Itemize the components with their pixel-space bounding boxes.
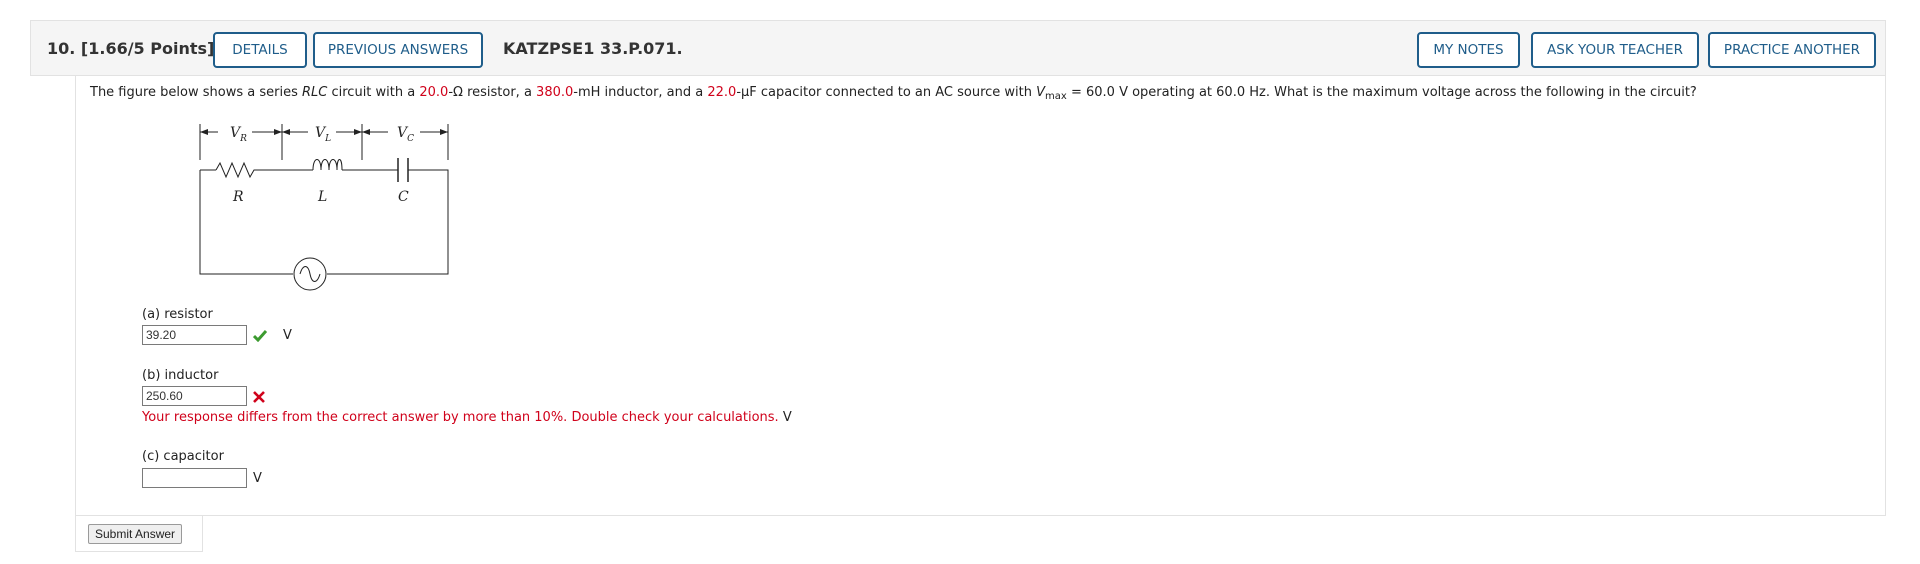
prompt-text: The figure below shows a series [90, 85, 302, 100]
prompt-rlc: RLC [302, 85, 328, 100]
my-notes-button[interactable]: MY NOTES [1417, 32, 1520, 68]
prompt-text: = 60.0 V operating at 60.0 Hz. What is t… [1066, 85, 1697, 100]
inductor-symbol [312, 159, 343, 171]
wire-left [199, 170, 293, 275]
vc-label: VC [397, 125, 414, 144]
capacitor-answer-input[interactable] [142, 468, 247, 488]
resistor-symbol [215, 161, 258, 179]
checkmark-icon [253, 330, 267, 342]
question-number-text: 10. [47, 39, 76, 58]
part-b-label: (b) inductor [142, 368, 219, 383]
part-c-label: (c) capacitor [142, 449, 224, 464]
details-button[interactable]: DETAILS [213, 32, 307, 68]
inductor-feedback: Your response differs from the correct a… [142, 410, 792, 425]
l-label: L [317, 189, 327, 205]
question-points: [1.66/5 Points] [80, 39, 215, 58]
arrowhead [440, 129, 448, 135]
resistor-answer-input[interactable] [142, 325, 247, 345]
vr-label: VR [230, 125, 247, 144]
arrowhead [362, 129, 370, 135]
prompt-text: -μF capacitor connected to an AC source … [736, 85, 1037, 100]
question-number: 10. [1.66/5 Points] [47, 21, 214, 77]
prompt-resistance-value: 20.0 [419, 85, 449, 100]
question-id: KATZPSE1 33.P.071. [503, 39, 683, 58]
r-label: R [232, 189, 244, 205]
arrowhead [282, 129, 290, 135]
prompt-vmax-subscript: max [1045, 91, 1067, 102]
vl-label: VL [315, 125, 331, 144]
prompt-capacitance-value: 22.0 [707, 85, 737, 100]
previous-answers-button[interactable]: PREVIOUS ANSWERS [313, 32, 483, 68]
question-header: 10. [1.66/5 Points] DETAILS PREVIOUS ANS… [30, 20, 1886, 76]
part-a-unit: V [283, 328, 292, 343]
wire-right [327, 169, 449, 275]
arrowhead [354, 129, 362, 135]
arrowhead [274, 129, 282, 135]
arrowhead [200, 129, 208, 135]
prompt-vmax-symbol: V [1036, 85, 1046, 100]
ask-your-teacher-button[interactable]: ASK YOUR TEACHER [1531, 32, 1699, 68]
question-prompt: The figure below shows a series RLC circ… [90, 85, 1697, 102]
part-a-label: (a) resistor [142, 307, 213, 322]
feedback-text: Your response differs from the correct a… [142, 410, 779, 425]
submit-answer-button[interactable]: Submit Answer [88, 524, 183, 544]
c-label: C [398, 189, 409, 205]
prompt-text: -mH inductor, and a [573, 85, 708, 100]
part-c-unit: V [253, 471, 262, 486]
prompt-text: circuit with a [327, 85, 420, 100]
part-b-unit: V [782, 410, 792, 425]
rlc-circuit-diagram: VR VL VC R L C [199, 124, 449, 291]
prompt-inductance-value: 380.0 [536, 85, 574, 100]
practice-another-button[interactable]: PRACTICE ANOTHER [1708, 32, 1876, 68]
x-mark-icon [253, 391, 265, 403]
prompt-text: -Ω resistor, a [448, 85, 537, 100]
inductor-answer-input[interactable] [142, 386, 247, 406]
